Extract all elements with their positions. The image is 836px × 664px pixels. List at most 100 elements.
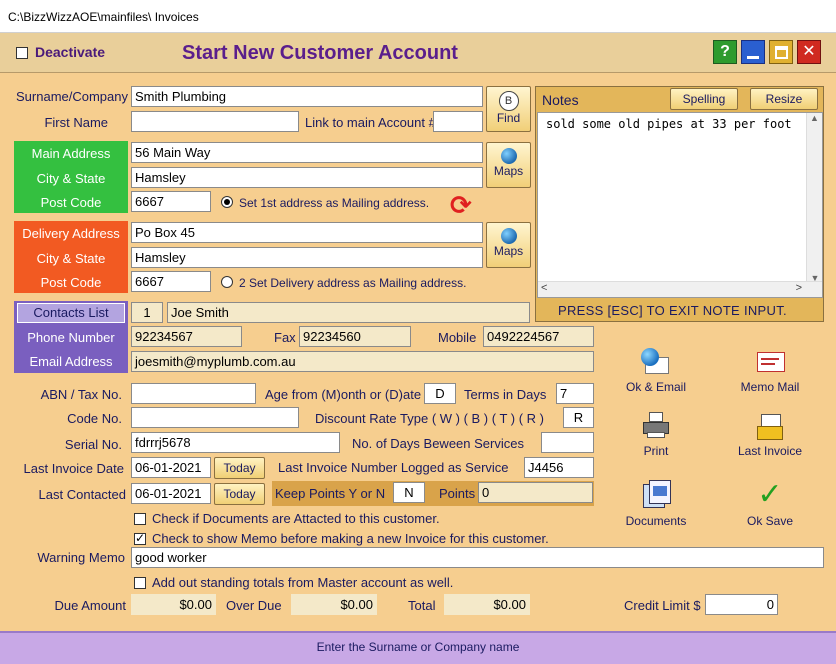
minimize-button[interactable]	[741, 40, 765, 64]
print-button[interactable]: Print	[616, 412, 696, 458]
abn-label: ABN / Tax No.	[40, 387, 122, 402]
main-address-input[interactable]: 56 Main Way	[131, 142, 483, 163]
surname-input[interactable]: Smith Plumbing	[131, 86, 483, 107]
show-memo-checkbox[interactable]	[134, 531, 146, 545]
main-city-input[interactable]: Hamsley	[131, 167, 483, 188]
today-button-invoice[interactable]: Today	[214, 457, 265, 479]
age-from-input[interactable]: D	[424, 383, 456, 404]
discount-input[interactable]: R	[563, 407, 594, 428]
last-invoice-date-label: Last Invoice Date	[23, 461, 124, 476]
points-panel: Keep Points Y or N N Points 0	[272, 481, 594, 506]
first-name-label: First Name	[44, 115, 108, 130]
last-invoice-number-input[interactable]: J4456	[524, 457, 594, 478]
resize-button[interactable]: Resize	[750, 88, 818, 110]
delivery-city-input[interactable]: Hamsley	[131, 247, 483, 268]
total-value: $0.00	[444, 594, 530, 615]
last-invoice-date-input[interactable]: 06-01-2021	[131, 457, 211, 478]
ok-email-label: Ok & Email	[625, 380, 686, 394]
fax-input[interactable]: 92234560	[299, 326, 411, 347]
age-from-label: Age from (M)onth or (D)ate	[265, 387, 422, 402]
due-amount-value: $0.00	[131, 594, 216, 615]
notes-textarea[interactable]: sold some old pipes at 33 per foot ▲ ▼ <…	[537, 112, 823, 298]
documents-icon	[641, 480, 671, 510]
page-title: Start New Customer Account	[182, 42, 458, 64]
window-title: C:\BizzWizzAOE\mainfiles\ Invoices	[8, 10, 199, 24]
days-between-input[interactable]	[541, 432, 594, 453]
contact-index: 1	[131, 302, 163, 323]
spelling-button[interactable]: Spelling	[670, 88, 738, 110]
scroll-right-icon[interactable]: >	[796, 282, 802, 294]
close-button[interactable]: ✕	[797, 40, 821, 64]
credit-limit-input[interactable]: 0	[705, 594, 778, 615]
close-icon: ✕	[802, 43, 816, 60]
find-label: Find	[496, 111, 521, 125]
mobile-input[interactable]: 0492224567	[483, 326, 594, 347]
help-button[interactable]: ?	[713, 40, 737, 64]
notes-horizontal-scrollbar[interactable]: < >	[538, 281, 822, 297]
first-name-input[interactable]	[131, 111, 299, 132]
ok-email-button[interactable]: Ok & Email	[616, 348, 696, 394]
serial-input[interactable]: fdrrrj5678	[131, 432, 340, 453]
scroll-up-icon[interactable]: ▲	[807, 113, 822, 123]
maps-button-delivery[interactable]: Maps	[486, 222, 531, 268]
main-address-panel: Main Address City & State Post Code	[14, 141, 128, 213]
maps-label-main: Maps	[493, 164, 524, 178]
contacts-panel: Contacts List Phone Number Email Address	[14, 301, 128, 373]
mailing-address-1-radio[interactable]	[221, 196, 233, 208]
today-button-contacted[interactable]: Today	[214, 483, 265, 505]
main-post-input[interactable]: 6667	[131, 191, 211, 212]
maps-button-main[interactable]: Maps	[486, 142, 531, 188]
surname-label: Surname/Company	[16, 89, 128, 104]
contact-name[interactable]: Joe Smith	[167, 302, 530, 323]
contacts-list-button[interactable]: Contacts List	[17, 303, 125, 323]
points-label: Points	[439, 486, 476, 501]
main-address-label: Main Address	[31, 146, 111, 161]
keep-points-label: Keep Points Y or N	[275, 486, 386, 501]
delivery-post-input[interactable]: 6667	[131, 271, 211, 292]
phone-input[interactable]: 92234567	[131, 326, 242, 347]
add-totals-checkbox[interactable]	[134, 577, 146, 589]
globe-icon	[500, 148, 517, 164]
last-contacted-input[interactable]: 06-01-2021	[131, 483, 211, 504]
main-post-label: Post Code	[40, 195, 102, 210]
keep-points-input[interactable]: N	[393, 482, 425, 503]
maximize-button[interactable]	[769, 40, 793, 64]
show-memo-label: Check to show Memo before making a new I…	[152, 531, 549, 546]
check-icon: ✓	[757, 478, 783, 511]
printer-icon	[641, 412, 671, 440]
maximize-icon	[775, 46, 788, 59]
ok-save-button[interactable]: ✓ Ok Save	[730, 478, 810, 529]
email-input[interactable]: joesmith@myplumb.com.au	[131, 351, 594, 372]
mobile-label: Mobile	[438, 330, 477, 345]
notes-esc-hint: PRESS [ESC] TO EXIT NOTE INPUT.	[558, 303, 787, 318]
documents-button[interactable]: Documents	[616, 480, 696, 528]
mailing-address-1-label: Set 1st address as Mailing address.	[239, 196, 430, 210]
warning-memo-label: Warning Memo	[37, 550, 125, 565]
find-button[interactable]: B Find	[486, 86, 531, 132]
mailing-address-2-radio[interactable]	[221, 276, 233, 288]
abn-input[interactable]	[131, 383, 256, 404]
last-invoice-button[interactable]: Last Invoice	[730, 412, 810, 458]
delivery-address-input[interactable]: Po Box 45	[131, 222, 483, 243]
docs-attached-checkbox[interactable]	[134, 513, 146, 525]
email-icon	[641, 348, 671, 376]
terms-label: Terms in Days	[464, 387, 547, 402]
maps-label-delivery: Maps	[493, 244, 524, 258]
terms-input[interactable]: 7	[556, 383, 594, 404]
points-input[interactable]: 0	[478, 482, 593, 503]
code-input[interactable]	[131, 407, 299, 428]
deactivate-checkbox[interactable]	[16, 47, 28, 59]
phone-label: Phone Number	[27, 330, 115, 345]
warning-memo-input[interactable]: good worker	[131, 547, 824, 568]
discount-label: Discount Rate Type ( W ) ( B ) ( T ) ( R…	[315, 411, 544, 426]
status-bar: Enter the Surname or Company name	[0, 631, 836, 664]
scroll-left-icon[interactable]: <	[541, 282, 547, 294]
notes-vertical-scrollbar[interactable]: ▲ ▼	[806, 113, 822, 283]
swap-address-icon[interactable]: ⟳	[450, 192, 480, 220]
delivery-address-panel: Delivery Address City & State Post Code	[14, 221, 128, 293]
memo-mail-button[interactable]: Memo Mail	[730, 348, 810, 394]
code-label: Code No.	[67, 411, 122, 426]
minimize-icon	[747, 56, 759, 59]
find-icon: B	[498, 91, 519, 111]
link-account-input[interactable]	[433, 111, 483, 132]
